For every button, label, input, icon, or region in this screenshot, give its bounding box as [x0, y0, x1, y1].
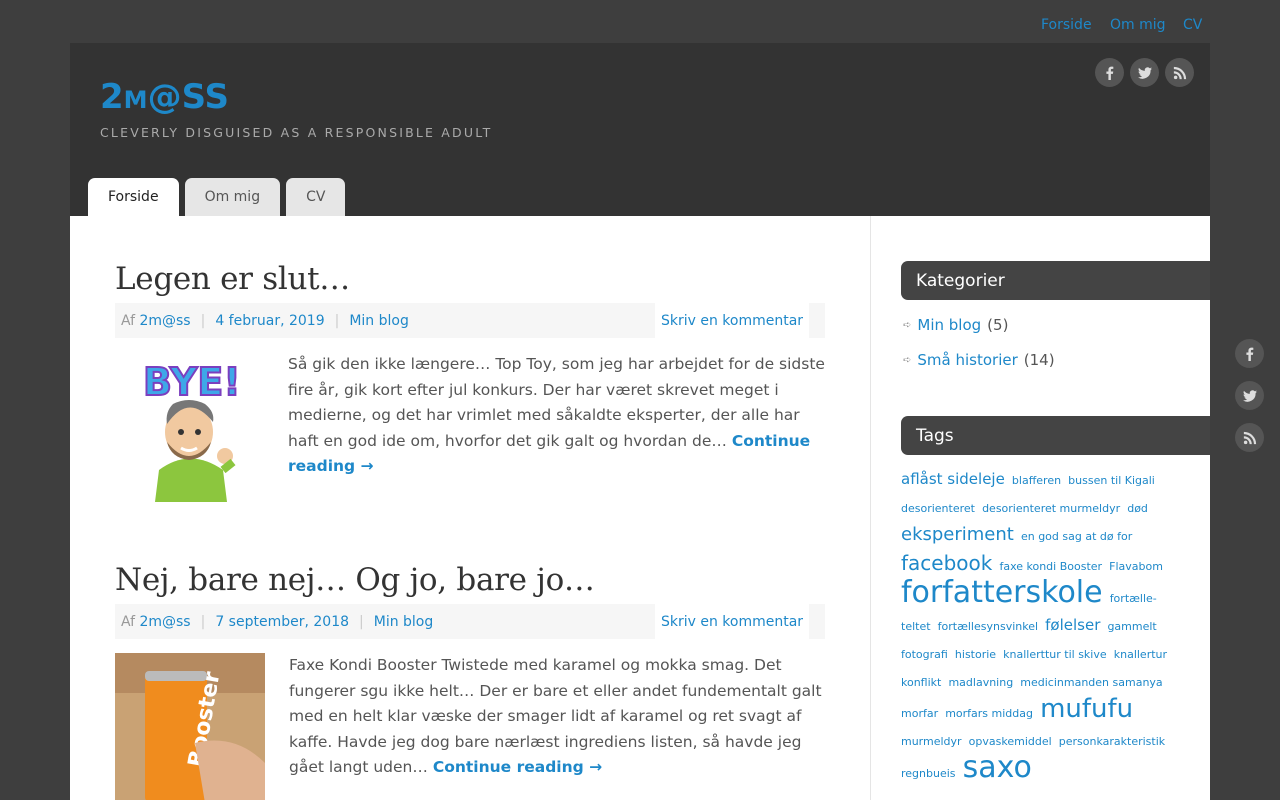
post-category-link[interactable]: Min blog: [374, 614, 434, 630]
post: Nej, bare nej… Og jo, bare jo… Af 2m@ss …: [115, 562, 825, 800]
rss-icon[interactable]: [1235, 423, 1264, 452]
tag-link[interactable]: knallerttur til skive: [1003, 648, 1106, 661]
tag-link[interactable]: madlavning: [948, 676, 1013, 689]
post-date-link[interactable]: 4 februar, 2019: [215, 313, 324, 329]
tag-link[interactable]: morfars middag: [945, 707, 1033, 720]
category-count: (5): [987, 316, 1009, 334]
top-nav-om-mig[interactable]: Om mig: [1110, 17, 1166, 33]
post-by-label: Af: [121, 613, 136, 630]
tag-link[interactable]: murmeldyr: [901, 735, 962, 748]
tab-cv[interactable]: CV: [286, 178, 346, 216]
tag-link[interactable]: mufufu: [1040, 694, 1133, 724]
tag-link[interactable]: desorienteret murmeldyr: [982, 502, 1120, 515]
tag-link[interactable]: blafferen: [1012, 474, 1061, 487]
category-link[interactable]: Min blog: [917, 316, 981, 334]
category-count: (14): [1023, 351, 1055, 369]
side-social-links: [1235, 339, 1264, 452]
tab-om-mig[interactable]: Om mig: [184, 178, 281, 216]
post-meta: Af 2m@ss | 7 september, 2018 | Min blog …: [115, 604, 825, 639]
tab-forside[interactable]: Forside: [88, 178, 179, 216]
post-by-label: Af: [121, 312, 136, 329]
tag-link[interactable]: eksperiment: [901, 524, 1014, 545]
tag-link[interactable]: facebook: [901, 551, 992, 575]
twitter-icon[interactable]: [1235, 381, 1264, 410]
twitter-icon[interactable]: [1130, 58, 1159, 87]
tag-link[interactable]: konflikt: [901, 676, 941, 689]
post: Legen er slut… Af 2m@ss | 4 februar, 201…: [115, 261, 825, 521]
tag-link[interactable]: desorienteret: [901, 502, 975, 515]
tag-link[interactable]: medicinmanden samanya: [1020, 676, 1162, 689]
site-tagline: CLEVERLY DISGUISED AS A RESPONSIBLE ADUL…: [100, 125, 493, 140]
post-thumbnail-bitmoji-bye[interactable]: BYE!: [115, 352, 265, 502]
tag-link[interactable]: historie: [955, 648, 996, 661]
tags-widget-title: Tags: [901, 416, 1210, 455]
post-meta: Af 2m@ss | 4 februar, 2019 | Min blog Sk…: [115, 303, 825, 338]
post-date-link[interactable]: 7 september, 2018: [215, 614, 349, 630]
tag-link[interactable]: fortællesynsvinkel: [938, 620, 1038, 633]
tag-link[interactable]: følelser: [1045, 616, 1100, 634]
tag-link[interactable]: regnbueis: [901, 767, 956, 780]
tag-link[interactable]: Flavabom: [1109, 560, 1163, 573]
post-comment-link[interactable]: Skriv en kommentar: [661, 313, 803, 329]
top-nav-cv[interactable]: CV: [1183, 17, 1202, 33]
tag-cloud: aflåst sideleje blafferen bussen til Kig…: [901, 466, 1171, 787]
facebook-icon[interactable]: [1235, 339, 1264, 368]
tag-link[interactable]: knallertur: [1114, 648, 1167, 661]
arrow-icon: ➪: [903, 319, 912, 331]
post-comment-link[interactable]: Skriv en kommentar: [661, 614, 803, 630]
facebook-icon[interactable]: [1095, 58, 1124, 87]
top-navigation: Forside Om mig CV: [0, 0, 1280, 43]
tag-link[interactable]: en god sag at dø for: [1021, 530, 1132, 543]
post-category-link[interactable]: Min blog: [349, 313, 409, 329]
post-author-link[interactable]: 2m@ss: [139, 313, 190, 329]
post-thumbnail-booster-can[interactable]: Booster: [115, 653, 265, 800]
category-link[interactable]: Små historier: [917, 351, 1017, 369]
rss-icon[interactable]: [1165, 58, 1194, 87]
site-logo[interactable]: 2M@SS: [100, 77, 229, 117]
tag-link[interactable]: opvaskemiddel: [969, 735, 1052, 748]
tag-link[interactable]: død: [1127, 502, 1148, 515]
site-header: 2M@SS CLEVERLY DISGUISED AS A RESPONSIBL…: [70, 43, 1210, 216]
post-title[interactable]: Nej, bare nej… Og jo, bare jo…: [115, 562, 825, 598]
categories-widget-title: Kategorier: [901, 261, 1210, 300]
tag-link[interactable]: forfatterskole: [901, 575, 1103, 610]
tag-link[interactable]: aflåst sideleje: [901, 470, 1005, 488]
top-nav-forside[interactable]: Forside: [1041, 17, 1092, 33]
category-item-min-blog: ➪ Min blog (5): [903, 316, 1008, 334]
sidebar: Kategorier ➪ Min blog (5) ➪ Små historie…: [870, 216, 1210, 800]
post-author-link[interactable]: 2m@ss: [139, 614, 190, 630]
header-social-links: [1095, 58, 1194, 87]
tag-link[interactable]: bussen til Kigali: [1068, 474, 1155, 487]
main-tabs: Forside Om mig CV: [88, 178, 346, 216]
continue-reading-link[interactable]: Continue reading →: [433, 758, 602, 776]
category-item-sma-historier: ➪ Små historier (14): [903, 351, 1055, 369]
tag-link[interactable]: personkarakteristik: [1059, 735, 1165, 748]
svg-text:BYE!: BYE!: [143, 360, 241, 404]
post-excerpt: Så gik den ikke længere… Top Toy, som je…: [288, 355, 825, 475]
post-excerpt: Faxe Kondi Booster Twistede med karamel …: [289, 656, 822, 776]
main-content: Legen er slut… Af 2m@ss | 4 februar, 201…: [70, 216, 870, 800]
post-title[interactable]: Legen er slut…: [115, 261, 825, 297]
tag-link[interactable]: morfar: [901, 707, 938, 720]
tag-link[interactable]: saxo: [963, 750, 1032, 785]
arrow-icon: ➪: [903, 354, 912, 366]
tag-link[interactable]: faxe kondi Booster: [999, 560, 1102, 573]
